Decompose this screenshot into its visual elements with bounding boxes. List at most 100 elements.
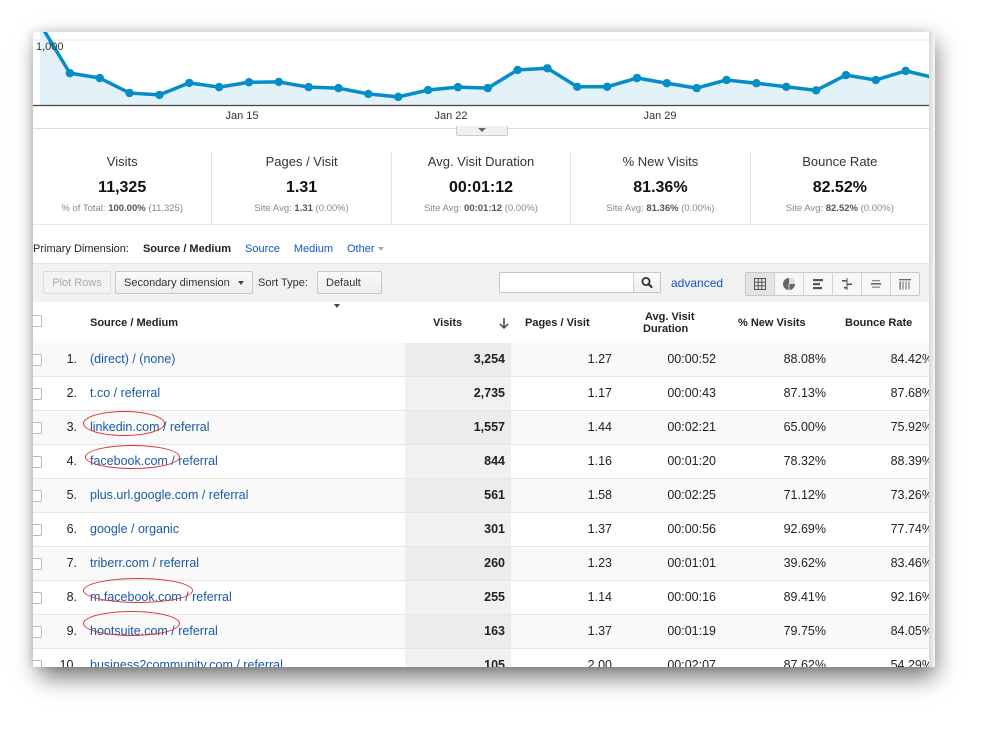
data-point[interactable] [334, 83, 343, 93]
annotation-circle [83, 578, 193, 603]
comparison-view-button[interactable] [833, 273, 862, 295]
data-point[interactable] [125, 88, 134, 98]
pages-per-visit-cell: 1.58 [587, 488, 612, 502]
data-point[interactable] [543, 64, 552, 73]
pie-view-button[interactable] [775, 273, 804, 295]
row-checkbox[interactable] [33, 354, 42, 366]
row-checkbox[interactable] [33, 422, 42, 434]
search-icon [641, 277, 653, 289]
bounce-rate-cell: 84.05% [890, 624, 929, 638]
row-checkbox[interactable] [33, 660, 42, 667]
row-checkbox[interactable] [33, 524, 42, 536]
select-all-checkbox[interactable] [33, 315, 42, 327]
data-point[interactable] [513, 65, 522, 75]
source-medium-link[interactable]: plus.url.google.com / referral [90, 488, 248, 502]
column-header-new-visits[interactable]: % New Visits [738, 317, 806, 329]
visits-cell: 105 [484, 658, 505, 667]
column-header-pages-per-visit[interactable]: Pages / Visit [525, 317, 590, 329]
row-checkbox[interactable] [33, 388, 42, 400]
bar-view-button[interactable] [804, 273, 833, 295]
row-checkbox[interactable] [33, 558, 42, 570]
scorecard-title: Avg. Visit Duration [427, 154, 535, 169]
data-point[interactable] [632, 73, 642, 83]
data-point[interactable] [811, 86, 821, 95]
new-visits-cell: 88.08% [783, 352, 826, 366]
search-button[interactable] [633, 273, 660, 292]
sort-type-dropdown[interactable]: Default [317, 271, 382, 309]
source-medium-link[interactable]: triberr.com / referral [90, 556, 199, 570]
column-header-visits[interactable]: Visits [433, 317, 462, 329]
term-cloud-view-button[interactable] [862, 273, 891, 295]
row-checkbox[interactable] [33, 626, 42, 638]
table-view-button[interactable] [746, 273, 775, 295]
data-point[interactable] [364, 89, 373, 99]
primary-dimension-other[interactable]: Other [347, 243, 384, 255]
data-point[interactable] [65, 68, 75, 78]
new-visits-cell: 89.41% [783, 590, 826, 604]
data-point[interactable] [573, 82, 582, 91]
column-header-bounce-rate[interactable]: Bounce Rate [845, 317, 912, 329]
sort-descending-icon[interactable] [498, 316, 510, 330]
primary-dimension-medium[interactable]: Medium [294, 243, 333, 255]
visits-cell: 301 [484, 522, 505, 536]
data-point[interactable] [483, 83, 492, 93]
pie-view-icon [783, 278, 795, 290]
caret-down-icon [377, 247, 384, 252]
pivot-view-button[interactable] [891, 273, 919, 295]
annotation-circle [85, 445, 180, 469]
plot-rows-button[interactable]: Plot Rows [43, 271, 111, 294]
advanced-filter-link[interactable]: advanced [671, 276, 723, 290]
row-checkbox[interactable] [33, 592, 42, 604]
data-point[interactable] [453, 82, 463, 92]
pages-per-visit-cell: 1.44 [587, 420, 612, 434]
source-medium-link[interactable]: (direct) / (none) [90, 352, 175, 366]
data-point[interactable] [722, 75, 731, 85]
scorecard-sub: Site Avg: 00:01:12 (0.00%) [392, 203, 570, 214]
row-checkbox[interactable] [33, 456, 42, 468]
collapse-chart-toggle[interactable] [456, 126, 508, 136]
primary-dimension-label: Primary Dimension: [33, 243, 129, 255]
scorecards: Visits 11,325 % of Total: 100.00% (11,32… [33, 152, 929, 225]
column-header-source-medium[interactable]: Source / Medium [90, 317, 178, 329]
data-point[interactable] [304, 82, 313, 92]
data-point[interactable] [423, 85, 433, 95]
data-point[interactable] [155, 90, 164, 100]
new-visits-cell: 78.32% [783, 454, 826, 468]
new-visits-cell: 92.69% [783, 522, 826, 536]
data-point[interactable] [871, 75, 880, 85]
data-point[interactable] [662, 79, 672, 88]
scorecard-avg-visit-duration[interactable]: Avg. Visit Duration 00:01:12 Site Avg: 0… [392, 152, 572, 224]
scorecard-bounce-rate[interactable]: Bounce Rate 82.52% Site Avg: 82.52% (0.0… [751, 152, 929, 224]
row-number: 2. [66, 386, 77, 400]
row-checkbox[interactable] [33, 490, 42, 502]
data-point[interactable] [841, 70, 851, 80]
primary-dimension-source[interactable]: Source [245, 243, 280, 255]
table-row: 7. triberr.com / referral 260 1.23 00:01:01 3… [33, 547, 929, 581]
column-header-avg-visit-duration[interactable]: Avg. Visit Duration [643, 311, 695, 335]
new-visits-cell: 71.12% [783, 488, 826, 502]
chart-background [33, 32, 929, 128]
data-point[interactable] [394, 92, 403, 102]
table-row: 10. business2community.com / referral 105 2… [33, 649, 929, 667]
data-point[interactable] [95, 73, 104, 83]
data-point[interactable] [214, 82, 224, 92]
secondary-dimension-dropdown[interactable]: Secondary dimension [115, 271, 253, 294]
source-medium-link[interactable]: t.co / referral [90, 386, 160, 400]
search-input[interactable] [502, 274, 636, 293]
source-medium-link[interactable]: google / organic [90, 522, 179, 536]
data-point[interactable] [274, 77, 283, 87]
data-point[interactable] [782, 82, 791, 91]
scorecard-new-visits[interactable]: % New Visits 81.36% Site Avg: 81.36% (0.… [571, 152, 751, 224]
source-medium-link[interactable]: business2community.com / referral [90, 658, 283, 667]
scorecard-visits[interactable]: Visits 11,325 % of Total: 100.00% (11,32… [33, 152, 213, 224]
scorecard-pages-per-visit[interactable]: Pages / Visit 1.31 Site Avg: 1.31 (0.00%… [212, 152, 392, 224]
data-point[interactable] [244, 78, 254, 87]
new-visits-cell: 79.75% [783, 624, 826, 638]
data-point[interactable] [752, 79, 761, 88]
row-number: 10. [59, 658, 77, 667]
data-point[interactable] [901, 66, 910, 76]
avg-duration-cell: 00:00:16 [667, 590, 716, 604]
data-point[interactable] [602, 82, 612, 91]
data-point[interactable] [692, 83, 701, 93]
data-point[interactable] [185, 78, 194, 88]
